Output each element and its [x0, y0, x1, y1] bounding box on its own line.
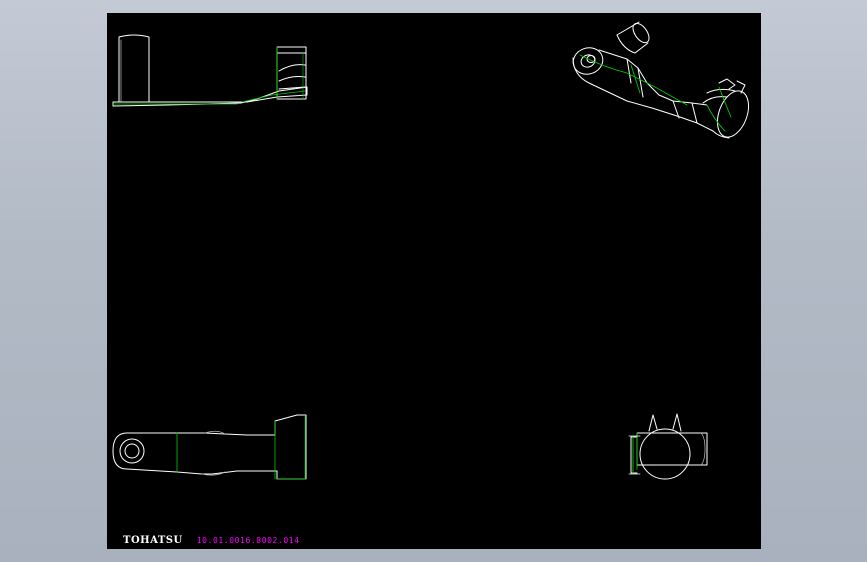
cad-drawing-canvas[interactable]: TOHATSU 10.01.0016.8002.014 [107, 13, 761, 549]
drawing-number: 10.01.0016.8002.014 [196, 535, 300, 545]
top-view [112, 414, 307, 480]
title-block: TOHATSU 10.01.0016.8002.014 [123, 533, 300, 547]
isometric-view [572, 21, 750, 139]
side-view [628, 413, 708, 480]
front-view [112, 34, 308, 107]
company-name: TOHATSU [123, 534, 183, 546]
